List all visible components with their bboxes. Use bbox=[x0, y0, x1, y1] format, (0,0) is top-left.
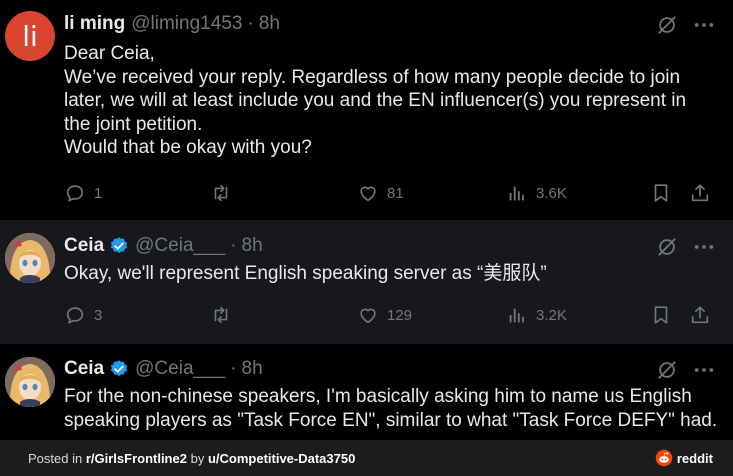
timestamp[interactable]: 8h bbox=[259, 13, 280, 35]
bookmark-icon bbox=[654, 184, 668, 202]
avatar[interactable] bbox=[5, 233, 55, 283]
tweet-text: Okay, we'll represent English speaking s… bbox=[64, 262, 705, 286]
reply-button[interactable]: 3 bbox=[64, 303, 102, 327]
tweet-line: the joint petition. bbox=[64, 113, 203, 135]
repost-icon bbox=[214, 306, 228, 324]
reddit-logo: reddit bbox=[655, 449, 713, 467]
tweet-line: Okay, we'll represent English speaking s… bbox=[64, 263, 547, 284]
like-button[interactable]: 129 bbox=[357, 303, 412, 327]
repost-button[interactable] bbox=[210, 303, 240, 327]
user-handle[interactable]: @Ceia___ bbox=[135, 235, 225, 257]
tweet-line: We’ve received your reply. Regardless of… bbox=[64, 66, 681, 88]
reddit-attribution-bar: Posted in r/GirlsFrontline2 by u/Competi… bbox=[0, 440, 733, 476]
tweet-line: Would that be okay with you? bbox=[64, 137, 312, 158]
share-icon bbox=[691, 184, 709, 202]
avatar-letter: li bbox=[22, 19, 38, 53]
views-chart-icon bbox=[509, 186, 524, 201]
bookmark-button[interactable] bbox=[650, 181, 672, 205]
heart-icon bbox=[360, 308, 376, 324]
tweet-header: Ceia @Ceia___ · 8h bbox=[64, 357, 263, 381]
reply-button[interactable]: 1 bbox=[64, 181, 102, 205]
tweet-actions: 3 129 3.2K bbox=[64, 303, 716, 327]
separator: · bbox=[230, 358, 237, 379]
tweet-1[interactable]: li li ming @liming1453 · 8h Dear Ceia, W… bbox=[0, 0, 733, 220]
timestamp[interactable]: 8h bbox=[242, 235, 263, 257]
reply-count: 3 bbox=[94, 306, 103, 324]
anime-avatar-image bbox=[5, 233, 55, 283]
tweet-header: Ceia @Ceia___ · 8h bbox=[64, 234, 263, 258]
reply-icon bbox=[66, 307, 84, 324]
more-options-icon[interactable] bbox=[693, 236, 715, 258]
heart-icon bbox=[360, 186, 376, 202]
view-count: 3.2K bbox=[536, 306, 567, 324]
verified-badge-icon bbox=[109, 236, 129, 256]
like-count: 81 bbox=[387, 184, 404, 202]
more-options-icon[interactable] bbox=[693, 359, 715, 381]
by-label: by bbox=[190, 450, 205, 466]
views-chart-icon bbox=[509, 308, 524, 323]
attribution-text: Posted in r/GirlsFrontline2 by u/Competi… bbox=[28, 451, 355, 466]
tweet-actions: 1 81 3.6K bbox=[64, 181, 716, 205]
tweet-text: For the non-chinese speakers, I'm basica… bbox=[64, 385, 718, 432]
share-button[interactable] bbox=[689, 303, 711, 327]
tweet-line: Dear Ceia, bbox=[64, 43, 155, 64]
views-button[interactable]: 3.2K bbox=[506, 303, 567, 327]
grok-icon[interactable] bbox=[656, 14, 678, 36]
tweet-3[interactable]: Ceia @Ceia___ · 8h For the non-chinese s… bbox=[0, 344, 733, 440]
reply-icon bbox=[66, 185, 84, 202]
posted-in-label: Posted in bbox=[28, 450, 83, 466]
repost-icon bbox=[214, 184, 228, 202]
grok-icon[interactable] bbox=[656, 359, 678, 381]
author-link[interactable]: u/Competitive-Data3750 bbox=[208, 451, 355, 466]
avatar[interactable] bbox=[5, 357, 55, 407]
view-count: 3.6K bbox=[536, 184, 567, 202]
user-handle[interactable]: @liming1453 bbox=[131, 13, 242, 35]
more-options-icon[interactable] bbox=[693, 14, 715, 36]
grok-icon[interactable] bbox=[656, 236, 678, 258]
bookmark-button[interactable] bbox=[650, 303, 672, 327]
subreddit-link[interactable]: r/GirlsFrontline2 bbox=[86, 451, 187, 466]
verified-badge-icon bbox=[109, 359, 129, 379]
tweet-line: speaking players as "Task Force EN", sim… bbox=[64, 409, 718, 431]
display-name[interactable]: Ceia bbox=[64, 235, 104, 257]
tweet-line: later, we will at least include you and … bbox=[64, 90, 687, 111]
timestamp[interactable]: 8h bbox=[242, 358, 263, 380]
bookmark-icon bbox=[654, 306, 668, 324]
like-button[interactable]: 81 bbox=[357, 181, 404, 205]
display-name[interactable]: li ming bbox=[64, 13, 125, 35]
separator: · bbox=[230, 235, 237, 256]
like-count: 129 bbox=[387, 306, 413, 324]
tweet-2[interactable]: Ceia @Ceia___ · 8h Okay, we'll represent… bbox=[0, 220, 733, 344]
tweet-text: Dear Ceia, We’ve received your reply. Re… bbox=[64, 42, 705, 160]
tweet-header: li ming @liming1453 · 8h bbox=[64, 12, 280, 36]
reply-count: 1 bbox=[94, 184, 103, 202]
avatar[interactable]: li bbox=[5, 11, 55, 61]
reddit-snoo-icon bbox=[655, 449, 673, 467]
separator: · bbox=[247, 13, 254, 34]
user-handle[interactable]: @Ceia___ bbox=[135, 358, 225, 380]
repost-button[interactable] bbox=[210, 181, 240, 205]
views-button[interactable]: 3.6K bbox=[506, 181, 567, 205]
share-button[interactable] bbox=[689, 181, 711, 205]
reddit-wordmark: reddit bbox=[676, 450, 713, 466]
tweet-line: For the non-chinese speakers, I'm basica… bbox=[64, 386, 692, 407]
anime-avatar-image bbox=[5, 357, 55, 407]
display-name[interactable]: Ceia bbox=[64, 358, 104, 380]
share-icon bbox=[691, 306, 709, 324]
